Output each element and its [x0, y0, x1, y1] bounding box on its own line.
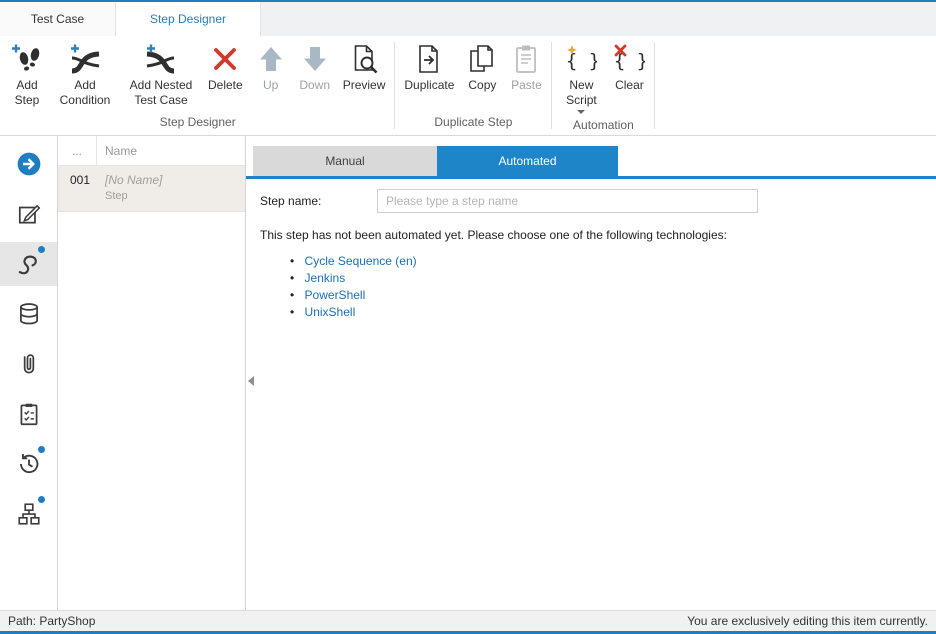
sidebar-item-data[interactable] [0, 292, 57, 336]
svg-text:{ }: { } [566, 50, 597, 72]
sidebar-item-checklist[interactable] [0, 392, 57, 436]
preview-icon [348, 43, 380, 75]
detail-panel: Manual Automated Step name: This step ha… [246, 136, 936, 610]
add-nested-test-case-button[interactable]: Add Nested Test Case [120, 41, 202, 110]
ribbon-group-label: Automation [553, 116, 653, 138]
history-icon [16, 451, 42, 477]
list-item: Cycle Sequence (en) [290, 253, 936, 270]
new-script-button[interactable]: { } New Script [555, 41, 607, 116]
sitemap-icon [16, 501, 42, 527]
paste-icon [510, 43, 542, 75]
step-name-label: Step name: [260, 194, 377, 208]
notification-dot [38, 446, 45, 453]
clear-button[interactable]: { } Clear [607, 41, 651, 95]
duplicate-icon [413, 43, 445, 75]
automation-message: This step has not been automated yet. Pl… [260, 228, 936, 242]
clear-icon: { } [613, 43, 645, 75]
copy-icon [466, 43, 498, 75]
down-button[interactable]: Down [293, 41, 337, 95]
steps-icon [16, 251, 42, 277]
delete-button[interactable]: Delete [202, 41, 249, 95]
preview-button[interactable]: Preview [337, 41, 392, 95]
new-script-icon: { } [565, 43, 597, 75]
tab-automated[interactable]: Automated [437, 146, 618, 176]
step-list-header: ... Name [58, 136, 245, 166]
up-button[interactable]: Up [249, 41, 293, 95]
window-tab-strip: Test Case Step Designer [0, 2, 936, 36]
edit-icon [16, 201, 42, 227]
tech-link-powershell[interactable]: PowerShell [305, 288, 366, 302]
sidebar-item-navigate[interactable] [0, 142, 57, 186]
ribbon-group-duplicate-step: Duplicate Copy [396, 36, 550, 135]
technology-link-list: Cycle Sequence (en) Jenkins PowerShell U… [290, 253, 936, 321]
delete-icon [209, 43, 241, 75]
step-row[interactable]: 001 [No Name] Step [58, 166, 245, 212]
copy-button[interactable]: Copy [460, 41, 504, 95]
paperclip-icon [16, 351, 42, 377]
sidebar-item-attachments[interactable] [0, 342, 57, 386]
list-item: Jenkins [290, 270, 936, 287]
ribbon-group-label: Step Designer [2, 113, 393, 135]
ribbon-separator [394, 42, 395, 129]
tab-accent-underline [246, 176, 936, 179]
duplicate-button[interactable]: Duplicate [398, 41, 460, 95]
status-bar: Path: PartyShop You are exclusively edit… [0, 610, 936, 634]
tech-link-cycle-sequence[interactable]: Cycle Sequence (en) [305, 254, 417, 268]
status-path: Path: PartyShop [8, 614, 95, 628]
main-body: ... Name 001 [No Name] Step Manual Autom… [0, 136, 936, 610]
tech-link-unixshell[interactable]: UnixShell [305, 305, 356, 319]
checklist-icon [16, 401, 42, 427]
tech-link-jenkins[interactable]: Jenkins [305, 271, 346, 285]
notification-dot [38, 496, 45, 503]
step-number: 001 [58, 166, 97, 211]
tab-manual[interactable]: Manual [253, 146, 437, 176]
ribbon-separator [654, 42, 655, 129]
ribbon-group-step-designer: Add Step Add Condition [2, 36, 393, 135]
sidebar-item-steps[interactable] [0, 242, 57, 286]
ribbon: Add Step Add Condition [0, 36, 936, 136]
notification-dot [38, 246, 45, 253]
paste-button[interactable]: Paste [504, 41, 548, 95]
ribbon-separator [551, 42, 552, 129]
add-condition-button[interactable]: Add Condition [50, 41, 120, 110]
add-step-icon [11, 43, 43, 75]
collapse-panel-arrow[interactable] [248, 376, 254, 386]
database-icon [16, 301, 42, 327]
step-name-input[interactable] [377, 189, 758, 213]
sidebar-item-hierarchy[interactable] [0, 492, 57, 536]
add-condition-icon [69, 43, 101, 75]
tab-test-case[interactable]: Test Case [0, 2, 116, 36]
column-header-name: Name [97, 144, 137, 158]
step-list-panel: ... Name 001 [No Name] Step [58, 136, 246, 610]
detail-tab-bar: Manual Automated [246, 146, 936, 176]
list-item: PowerShell [290, 287, 936, 304]
status-editing-message: You are exclusively editing this item cu… [687, 614, 928, 628]
step-name: [No Name] [105, 173, 162, 187]
column-header-number: ... [58, 136, 97, 165]
step-type: Step [105, 190, 162, 202]
add-step-button[interactable]: Add Step [4, 41, 50, 110]
sidebar-item-edit[interactable] [0, 192, 57, 236]
down-arrow-icon [299, 43, 331, 75]
sidebar [0, 136, 58, 610]
arrow-circle-icon [16, 151, 42, 177]
up-arrow-icon [255, 43, 287, 75]
sidebar-item-history[interactable] [0, 442, 57, 486]
app-window: Test Case Step Designer [0, 0, 936, 634]
ribbon-group-automation: { } New Script { } Clear [553, 36, 653, 135]
add-nested-test-case-icon [145, 43, 177, 75]
tab-step-designer[interactable]: Step Designer [116, 2, 261, 36]
list-item: UnixShell [290, 304, 936, 321]
ribbon-group-label: Duplicate Step [396, 113, 550, 135]
new-script-dropdown-caret[interactable] [577, 110, 585, 114]
